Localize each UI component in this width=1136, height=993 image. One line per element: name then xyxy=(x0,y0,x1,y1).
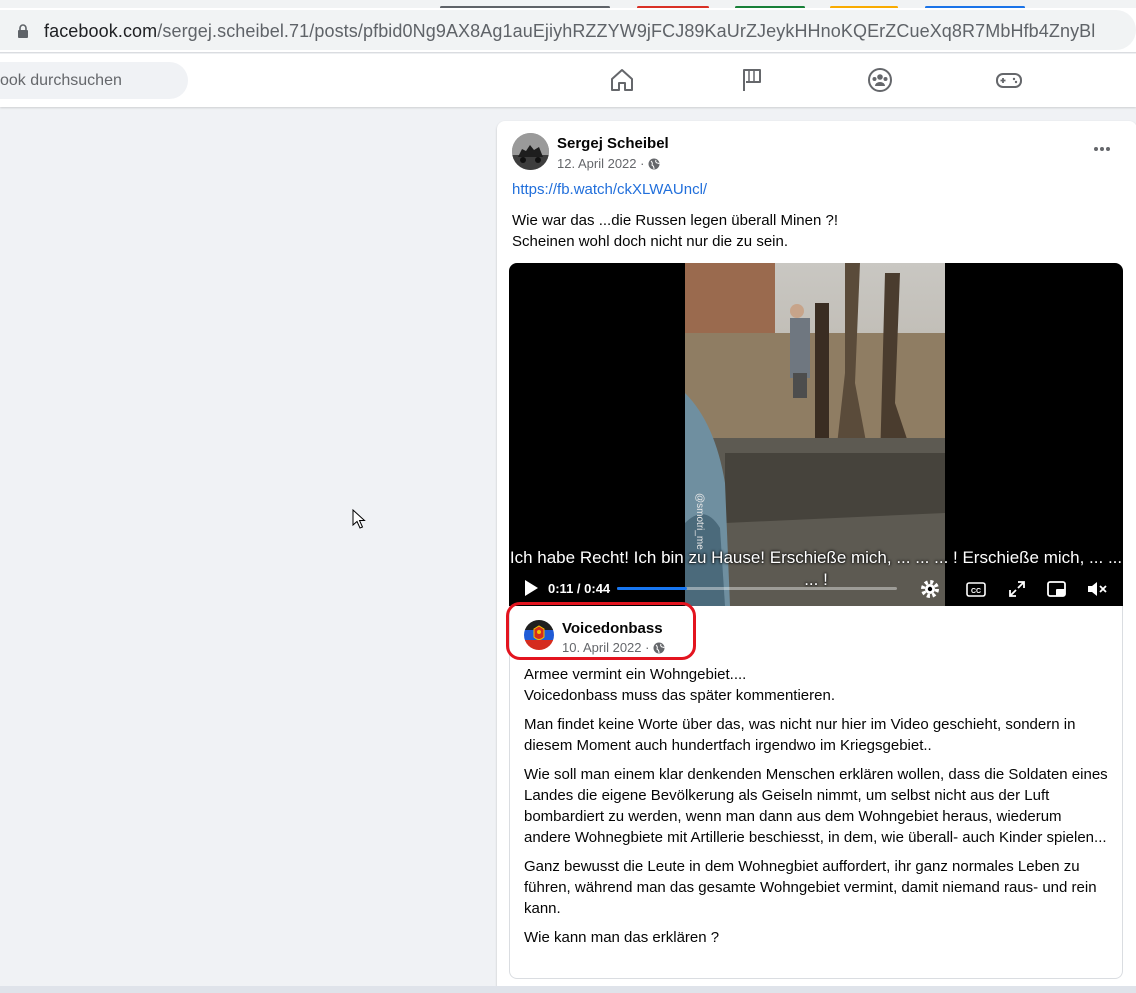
browser-tab-strip xyxy=(0,0,1136,9)
video-controls: 0:11 / 0:44 CC xyxy=(509,571,1123,606)
avatar-image xyxy=(512,133,549,170)
shared-post-date[interactable]: 10. April 2022 · xyxy=(562,640,649,655)
browser-address-bar: facebook.com/sergej.scheibel.71/posts/pf… xyxy=(0,8,1136,53)
search-input[interactable]: ook durchsuchen xyxy=(0,62,188,99)
post-meta: 12. April 2022 · xyxy=(557,156,660,171)
shared-paragraph: Wie kann man das erklären ? xyxy=(524,929,720,946)
post-link[interactable]: https://fb.watch/ckXLWAUncl/ xyxy=(512,181,707,198)
post-text: Wie war das ...die Russen legen überall … xyxy=(512,210,838,252)
lock-icon[interactable] xyxy=(17,24,29,38)
video-progress-bar[interactable] xyxy=(617,587,897,590)
home-icon[interactable] xyxy=(608,66,636,94)
play-icon[interactable] xyxy=(523,579,539,597)
search-placeholder: ook durchsuchen xyxy=(0,72,122,89)
shared-paragraph: Armee vermint ein Wohngebiet.... Voicedo… xyxy=(524,666,835,704)
author-avatar[interactable] xyxy=(512,133,549,170)
video-watermark: @smotri_me xyxy=(694,493,705,550)
globe-icon xyxy=(648,158,660,169)
video-time: 0:11 / 0:44 xyxy=(548,581,611,596)
svg-text:CC: CC xyxy=(971,588,981,595)
shared-author-name[interactable]: Voicedonbass xyxy=(562,620,663,637)
url-field[interactable]: facebook.com/sergej.scheibel.71/posts/pf… xyxy=(0,10,1136,50)
post-card: Sergej Scheibel 12. April 2022 · https:/… xyxy=(497,121,1136,993)
url-domain: facebook.com xyxy=(44,21,158,41)
picture-in-picture-icon[interactable] xyxy=(1046,578,1068,600)
mouse-cursor-icon xyxy=(352,509,366,529)
settings-gear-icon[interactable] xyxy=(919,578,941,600)
taskbar-edge xyxy=(0,986,1136,993)
fullscreen-icon[interactable] xyxy=(1006,578,1028,600)
shared-paragraph: Wie soll man einem klar denkenden Mensch… xyxy=(524,766,1108,846)
url-text: facebook.com/sergej.scheibel.71/posts/pf… xyxy=(44,21,1095,42)
post-text-line: Wie war das ...die Russen legen überall … xyxy=(512,212,839,229)
shared-paragraph: Man findet keine Worte über das, was nic… xyxy=(524,716,1076,754)
globe-icon xyxy=(653,642,665,653)
shared-post: Voicedonbass 10. April 2022 · Armee verm… xyxy=(506,602,1123,979)
captions-icon[interactable]: CC xyxy=(965,578,987,600)
gaming-icon[interactable] xyxy=(995,66,1023,94)
shared-paragraph: Ganz bewusst die Leute in dem Wohnegbiet… xyxy=(524,858,1097,917)
url-path: /sergej.scheibel.71/posts/pfbid0Ng9AX8Ag… xyxy=(157,21,1096,41)
more-options-icon[interactable] xyxy=(1087,139,1117,159)
shared-author-avatar[interactable] xyxy=(524,620,554,650)
shared-post-meta: 10. April 2022 · xyxy=(562,640,665,655)
video-player[interactable]: @smotri_me Ich habe Recht! Ich bin zu Ha… xyxy=(509,263,1123,606)
video-progress-fill xyxy=(617,587,687,590)
dpr-flag-avatar xyxy=(524,620,554,650)
muted-volume-icon[interactable] xyxy=(1086,578,1108,600)
facebook-top-bar: ook durchsuchen xyxy=(0,54,1136,107)
post-text-line: Scheinen wohl doch nicht nur die zu sein… xyxy=(512,233,789,250)
shared-post-text: Armee vermint ein Wohngebiet.... Voicedo… xyxy=(524,664,1110,956)
groups-icon[interactable] xyxy=(866,66,894,94)
pages-flag-icon[interactable] xyxy=(738,66,766,94)
post-author-name[interactable]: Sergej Scheibel xyxy=(557,135,669,152)
post-date[interactable]: 12. April 2022 · xyxy=(557,156,644,171)
